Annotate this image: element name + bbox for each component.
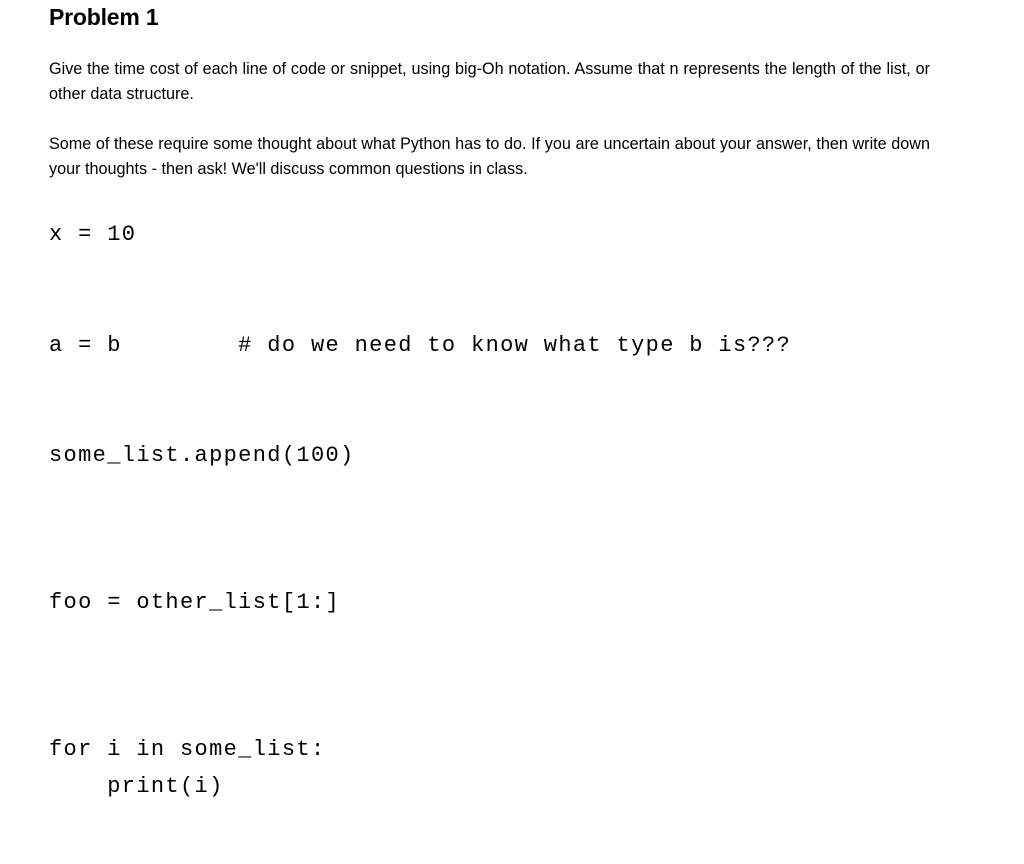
code-snippet-list-slice: foo = other_list[1:] bbox=[49, 590, 341, 615]
code-snippet-assignment-literal: x = 10 bbox=[49, 222, 137, 247]
document-body: Problem 1 Give the time cost of each lin… bbox=[49, 0, 930, 805]
code-snippet-for-loop: for i in some_list: print(i) bbox=[49, 737, 326, 799]
page-title: Problem 1 bbox=[49, 4, 159, 30]
instructions-paragraph-1: Give the time cost of each line of code … bbox=[49, 60, 930, 103]
instructions-paragraph-2: Some of these require some thought about… bbox=[49, 135, 930, 178]
document-page: { "document": { "title": "Problem 1", "p… bbox=[0, 0, 1024, 864]
code-snippet-list-append: some_list.append(100) bbox=[49, 443, 355, 468]
code-snippet-assignment-variable: a = b # do we need to know what type b i… bbox=[49, 333, 792, 358]
